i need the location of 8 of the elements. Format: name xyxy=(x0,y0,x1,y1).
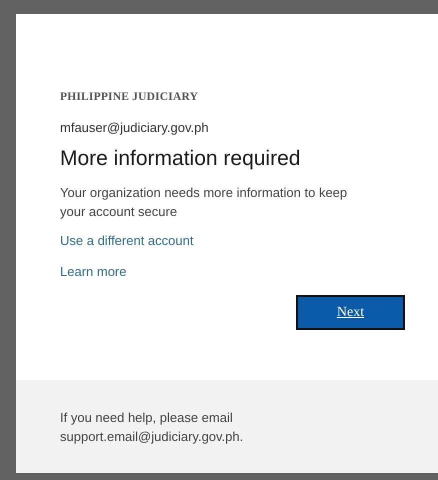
description-text: Your organization needs more information to keep your account secure xyxy=(60,184,348,221)
organization-logo-text: PHILIPPINE JUDICIARY xyxy=(60,91,198,103)
text-link[interactable]: Use a different account xyxy=(60,233,194,248)
help-text: If you need help, please email support.email@judiciary.gov.ph. xyxy=(60,408,244,446)
page-title: More information required xyxy=(60,147,300,171)
text-link[interactable]: Learn more xyxy=(60,264,126,279)
account-email: mfauser@judiciary.gov.ph xyxy=(60,120,209,135)
next-button[interactable]: Next xyxy=(296,295,405,330)
